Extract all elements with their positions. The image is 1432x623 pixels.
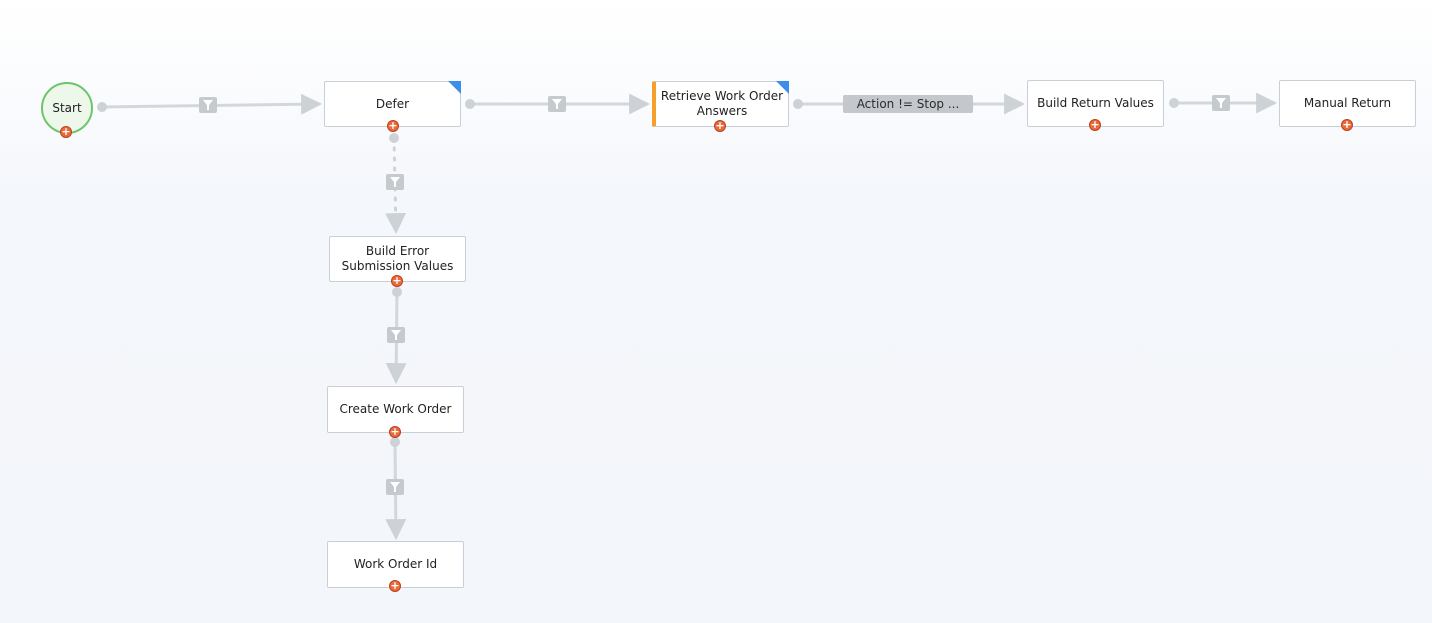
filter-icon[interactable]	[387, 327, 405, 343]
add-node-button[interactable]: +	[1089, 119, 1101, 131]
filter-icon[interactable]	[1212, 95, 1230, 111]
filter-icon[interactable]	[386, 174, 404, 190]
filter-icon[interactable]	[548, 96, 566, 112]
corner-flag-icon	[776, 81, 789, 94]
node-label: Retrieve Work Order Answers	[660, 89, 784, 118]
add-node-button[interactable]: +	[1341, 119, 1353, 131]
node-label: Create Work Order	[339, 402, 452, 416]
node-label: Build Return Values	[1037, 96, 1154, 110]
add-node-button[interactable]: +	[60, 126, 72, 138]
node-label: Work Order Id	[353, 557, 438, 571]
node-label: Start	[52, 100, 82, 115]
workflow-canvas[interactable]: Action != Stop ... Start + Defer + Retri…	[0, 0, 1432, 623]
add-node-button[interactable]: +	[714, 120, 726, 132]
node-label: Manual Return	[1303, 96, 1392, 110]
filter-icon[interactable]	[386, 479, 404, 495]
corner-flag-icon	[448, 81, 461, 94]
connector-condition-label[interactable]: Action != Stop ...	[843, 95, 973, 113]
add-node-button[interactable]: +	[391, 275, 403, 287]
filter-icon[interactable]	[199, 97, 217, 113]
add-node-button[interactable]: +	[389, 580, 401, 592]
node-label: Build Error Submission Values	[341, 244, 454, 273]
add-node-button[interactable]: +	[387, 120, 399, 132]
add-node-button[interactable]: +	[389, 426, 401, 438]
node-label: Defer	[375, 96, 410, 111]
